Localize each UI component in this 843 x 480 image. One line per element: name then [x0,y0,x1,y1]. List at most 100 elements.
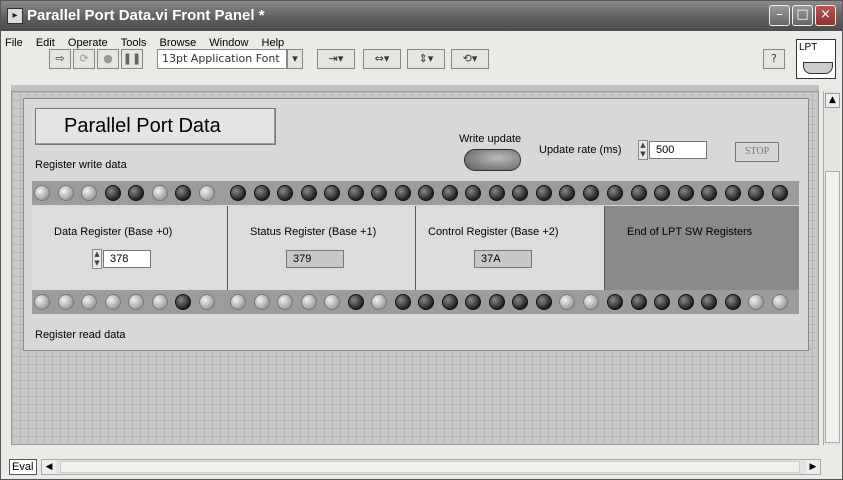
data-register-spinner[interactable]: ▲ ▼ [92,249,102,269]
menu-edit[interactable]: Edit [32,34,59,49]
write-led[interactable] [128,185,144,201]
read-led [34,294,50,310]
write-led[interactable] [324,185,340,201]
write-led[interactable] [57,185,74,201]
read-led [488,294,505,310]
vi-run-icon: ▸ [7,8,23,24]
write-led[interactable] [394,185,411,201]
write-led[interactable] [701,185,717,201]
read-led [300,294,317,310]
write-led[interactable] [104,185,121,201]
menu-tools[interactable]: Tools [117,34,151,49]
resize-objects-icon[interactable]: ⇕▾ [407,49,445,69]
read-led [771,294,788,310]
reorder-icon[interactable]: ⟲▾ [451,49,489,69]
write-led[interactable] [34,185,50,201]
read-led [151,294,168,310]
update-rate-spinner[interactable]: ▲ ▼ [638,140,648,160]
write-led[interactable] [654,185,670,201]
write-led[interactable] [230,185,246,201]
vertical-scrollbar[interactable]: ▲ [823,91,840,445]
end-registers-label: End of LPT SW Registers [627,226,753,238]
data-register-field[interactable]: 378 [103,250,151,268]
read-led [701,294,717,310]
scroll-left-icon[interactable]: ◀ [42,460,56,474]
write-led[interactable] [535,185,552,201]
read-led [607,294,623,310]
write-led[interactable] [151,185,168,201]
read-led [512,294,528,310]
read-led [230,294,246,310]
write-led[interactable] [198,185,215,201]
read-led [582,294,599,310]
status-register-label: Status Register (Base +1) [250,226,377,238]
write-led[interactable] [488,185,505,201]
write-led[interactable] [253,185,270,201]
write-update-button[interactable] [464,149,521,171]
write-led[interactable] [724,185,741,201]
write-led[interactable] [300,185,317,201]
distribute-objects-icon[interactable]: ⇔▾ [363,49,401,69]
write-led[interactable] [582,185,599,201]
write-update-label: Write update [459,133,522,145]
minimize-button[interactable]: – [769,5,790,26]
update-rate-field[interactable]: 500 [649,141,707,159]
control-register-label: Control Register (Base +2) [428,226,559,238]
menu-help[interactable]: Help [258,34,289,49]
write-led[interactable] [630,185,647,201]
read-led [654,294,670,310]
read-led [175,294,191,310]
read-led [677,294,694,310]
write-led[interactable] [418,185,434,201]
abort-icon[interactable]: ● [97,49,119,69]
status-register-box: Status Register (Base +1) 379 [228,206,416,290]
write-led[interactable] [748,185,764,201]
write-led[interactable] [559,185,575,201]
read-led [198,294,215,310]
write-led[interactable] [441,185,458,201]
control-register-box: Control Register (Base +2) 37A [416,206,605,290]
align-objects-icon[interactable]: ⇥▾ [317,49,355,69]
stop-button[interactable]: STOP [735,142,779,162]
write-led[interactable] [175,185,191,201]
font-select[interactable]: 13pt Application Font [157,49,287,69]
write-led[interactable] [771,185,788,201]
read-led [277,294,293,310]
data-register-label: Data Register (Base +0) [54,226,173,238]
menu-browse[interactable]: Browse [156,34,201,49]
window-title: Parallel Port Data.vi Front Panel * [27,7,265,24]
read-led [418,294,434,310]
help-button[interactable]: ? [763,49,785,69]
write-led[interactable] [465,185,481,201]
write-led[interactable] [277,185,293,201]
write-led[interactable] [512,185,528,201]
write-led[interactable] [607,185,623,201]
write-led[interactable] [81,185,97,201]
close-button[interactable]: × [815,5,836,26]
vertical-scroll-thumb[interactable] [825,171,840,443]
menu-bar: File Edit Operate Tools Browse Window He… [1,31,842,51]
menu-operate[interactable]: Operate [64,34,112,49]
register-write-label: Register write data [35,159,127,171]
menu-window[interactable]: Window [205,34,252,49]
title-bar[interactable]: ▸ Parallel Port Data.vi Front Panel * – … [1,1,842,31]
menu-file[interactable]: File [1,34,27,49]
run-arrow-icon[interactable]: ⇨ [49,49,71,69]
horizontal-scroll-thumb[interactable] [60,461,800,473]
run-continuously-icon[interactable]: ⟳ [73,49,95,69]
pause-icon[interactable]: ❚❚ [121,49,143,69]
panel-title: Parallel Port Data [64,115,221,137]
read-led [253,294,270,310]
read-led [324,294,340,310]
write-led[interactable] [371,185,387,201]
write-led[interactable] [347,185,364,201]
scroll-right-icon[interactable]: ▶ [806,460,820,474]
read-led [104,294,121,310]
register-read-label: Register read data [35,329,126,341]
font-dropdown-arrow-icon[interactable]: ▾ [287,49,303,69]
scroll-up-icon[interactable]: ▲ [825,93,840,108]
write-led[interactable] [677,185,694,201]
status-register-field: 379 [286,250,344,268]
horizontal-scrollbar[interactable]: ◀ ▶ [41,459,821,475]
maximize-button[interactable]: □ [792,5,813,26]
